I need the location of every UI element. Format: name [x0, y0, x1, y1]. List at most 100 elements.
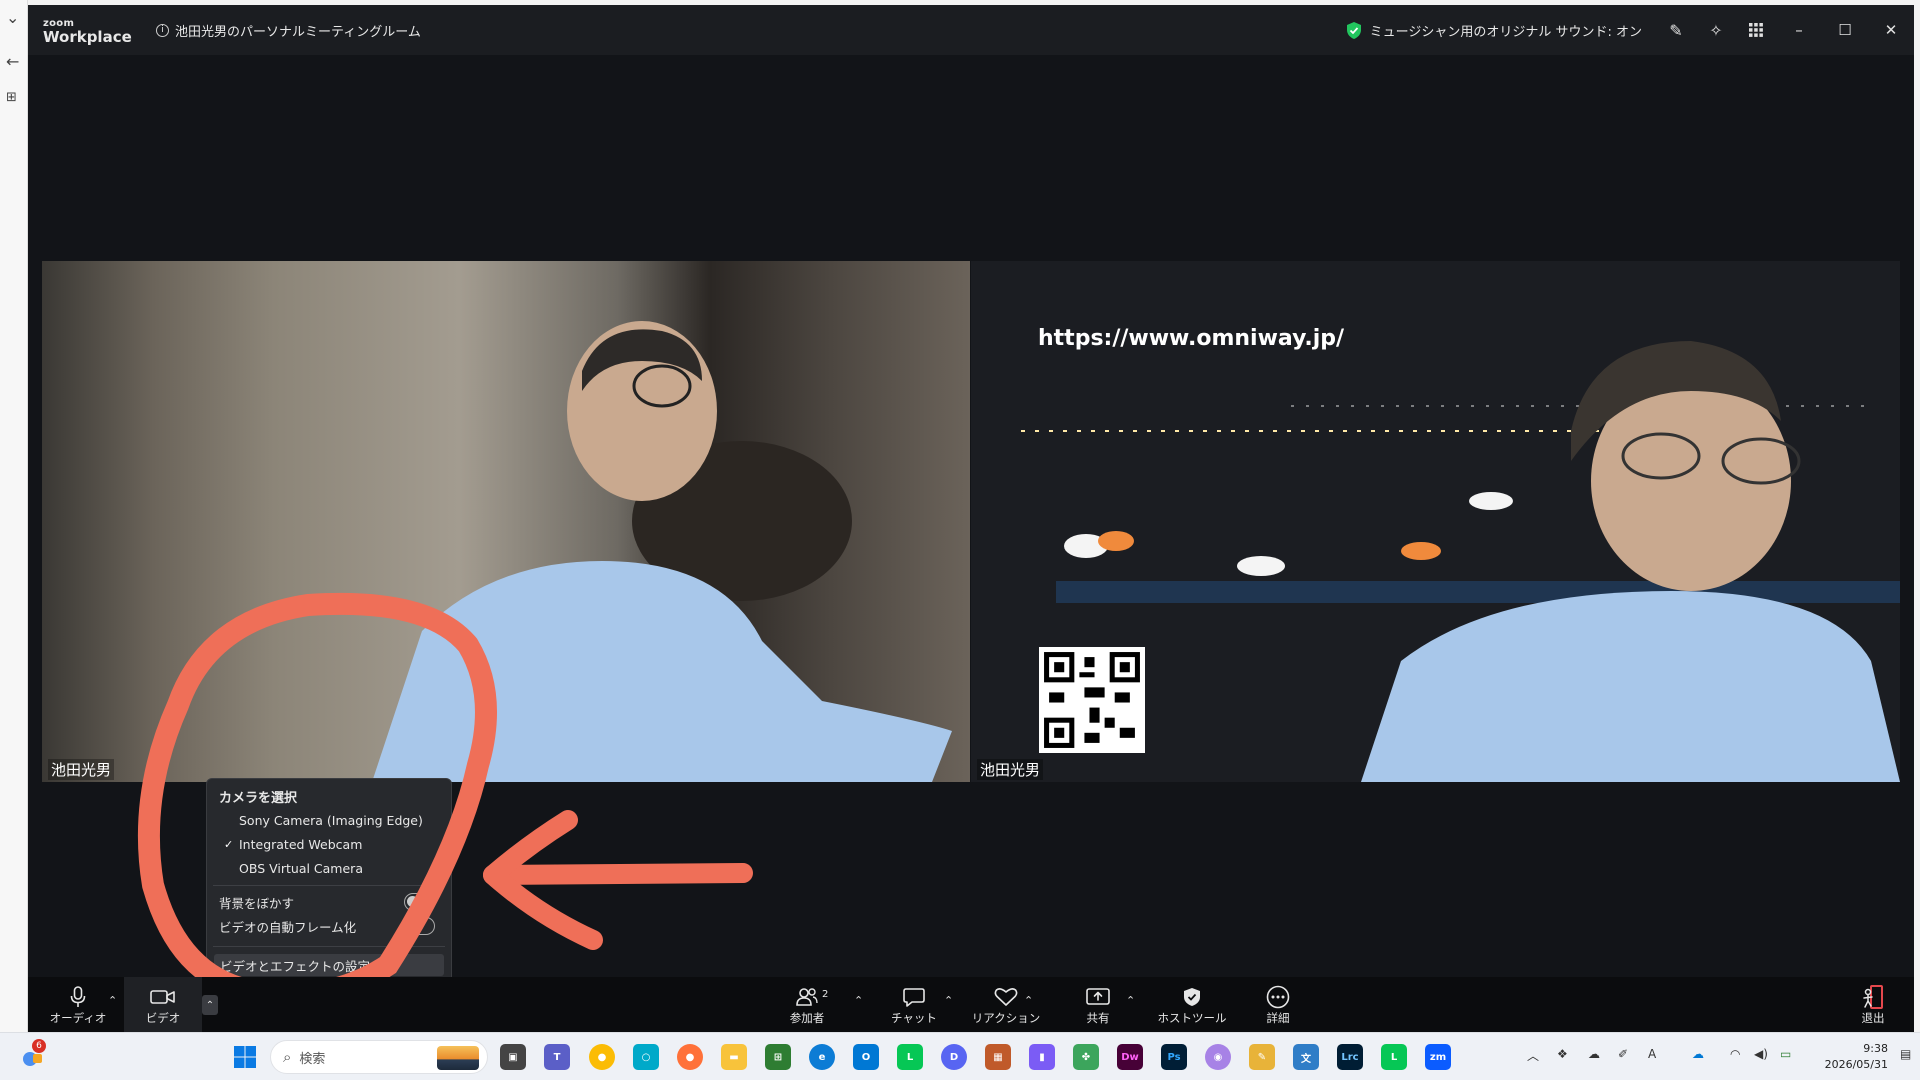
video-tile-1[interactable]: 池田光男 [42, 261, 970, 782]
ime-mode-icon[interactable]: A [1648, 1047, 1656, 1061]
grid-icon[interactable]: ⊞ [6, 90, 17, 105]
discord-icon[interactable]: D [941, 1044, 967, 1070]
shield-check-icon [1346, 21, 1361, 39]
app-tray-icon[interactable]: ⊞ [765, 1044, 791, 1070]
video-button[interactable]: ビデオ [124, 977, 202, 1032]
background-browser-edge: ⌄ ← ⊞ [0, 0, 28, 1032]
widgets-button[interactable]: 6 [18, 1039, 46, 1071]
blur-background-toggle[interactable] [404, 893, 435, 911]
dreamweaver-icon[interactable]: Dw [1117, 1044, 1143, 1070]
alexa-icon[interactable]: ○ [633, 1044, 659, 1070]
video-tile-2[interactable]: https://www.omniway.jp/ 池田光男 [971, 261, 1900, 782]
camera-option-sony[interactable]: Sony Camera (Imaging Edge) [239, 813, 423, 828]
chat-label: チャット [891, 1010, 937, 1025]
participants-button[interactable]: 参加者 [772, 977, 842, 1032]
logo-main: Workplace [43, 28, 132, 46]
video-camera-icon [150, 984, 176, 1010]
video-label: ビデオ [145, 1010, 181, 1025]
audio-button[interactable]: オーディオ [48, 977, 108, 1032]
apps-grid-icon[interactable] [1736, 5, 1776, 55]
start-button[interactable] [233, 1045, 257, 1069]
blur-background-label: 背景をぼかす [219, 895, 295, 911]
chevron-down-icon[interactable]: ⌄ [6, 8, 19, 27]
edge-icon[interactable]: e [809, 1044, 835, 1070]
audio-label: オーディオ [49, 1010, 107, 1025]
notification-center-icon[interactable]: ▤ [1900, 1047, 1911, 1061]
screen: ⌄ ← ⊞ zoom Workplace i 池田光男のパーソナルミーティングル… [0, 0, 1920, 1080]
auto-frame-toggle[interactable] [404, 917, 435, 935]
outlook-icon[interactable]: O [853, 1044, 879, 1070]
file-explorer-icon[interactable]: ▬ [721, 1044, 747, 1070]
maximize-button[interactable]: ☐ [1822, 5, 1868, 55]
battery-icon[interactable]: ▭ [1780, 1047, 1791, 1061]
clock-time: 9:38 [1863, 1042, 1888, 1055]
audio-app-icon[interactable]: ▮ [1029, 1044, 1055, 1070]
auto-frame-label: ビデオの自動フレーム化 [219, 919, 357, 935]
microphone-icon [70, 984, 86, 1010]
zoom-taskbar-icon[interactable]: zm [1425, 1044, 1451, 1070]
lightroom-icon[interactable]: Lrc [1337, 1044, 1363, 1070]
qr-code-image [1044, 652, 1140, 748]
paint-icon[interactable]: ✎ [1249, 1044, 1275, 1070]
meeting-title[interactable]: i 池田光男のパーソナルミーティングルーム [156, 21, 421, 40]
reactions-label: リアクション [971, 1010, 1041, 1025]
share-button[interactable]: 共有 [1068, 977, 1128, 1032]
wifi-icon[interactable]: ◠ [1730, 1047, 1740, 1061]
teams-icon[interactable]: T [544, 1044, 570, 1070]
cloud-sync-icon[interactable]: ☁ [1588, 1047, 1600, 1061]
chat-button[interactable]: チャット [884, 977, 944, 1032]
meeting-title-text: 池田光男のパーソナルミーティングルーム [175, 25, 421, 40]
firefox-icon[interactable]: ● [677, 1044, 703, 1070]
reactions-button[interactable]: リアクション [966, 977, 1046, 1032]
line-icon[interactable]: L [897, 1044, 923, 1070]
onedrive-icon[interactable]: ☁ [1692, 1047, 1704, 1061]
leave-button[interactable]: 退出 [1848, 977, 1898, 1032]
annotation-arrow-head [483, 810, 603, 950]
chat-options-caret[interactable]: ⌃ [944, 994, 953, 1007]
info-icon[interactable]: i [156, 24, 169, 37]
search-box[interactable]: ⌕ 検索 [270, 1040, 488, 1074]
tray-overflow-icon[interactable]: ︿ [1527, 1047, 1539, 1064]
app-icon-color[interactable]: ▦ [985, 1044, 1011, 1070]
ai-sparkle-icon[interactable]: ✧ [1696, 5, 1736, 55]
zoom-logo: zoom Workplace [43, 19, 132, 45]
minimize-button[interactable]: – [1776, 5, 1822, 55]
volume-icon[interactable]: ◀) [1754, 1047, 1768, 1061]
blur-background-row[interactable]: 背景をぼかす [219, 892, 435, 912]
participants-options-caret[interactable]: ⌃ [854, 994, 863, 1007]
pen-input-icon[interactable]: ✐ [1618, 1047, 1628, 1061]
zoom-window: zoom Workplace i 池田光男のパーソナルミーティングルーム ミュー… [28, 5, 1914, 1032]
check-icon: ✓ [224, 838, 234, 851]
video-effects-settings-button[interactable]: ビデオとエフェクトの設定 [214, 954, 444, 976]
camera-option-obs[interactable]: OBS Virtual Camera [239, 861, 363, 876]
more-label: 詳細 [1266, 1010, 1290, 1025]
app-globe-icon[interactable]: ◉ [1205, 1044, 1231, 1070]
more-button[interactable]: 詳細 [1248, 977, 1308, 1032]
host-tools-button[interactable]: ホストツール [1144, 977, 1240, 1032]
music-sound-status[interactable]: ミュージシャン用のオリジナル サウンド: オン [1370, 21, 1642, 40]
host-tools-label: ホストツール [1157, 1010, 1227, 1025]
taskview-icon[interactable]: ▣ [500, 1044, 526, 1070]
reactions-options-caret[interactable]: ⌃ [1024, 994, 1033, 1007]
audio-options-caret[interactable]: ⌃ [108, 994, 117, 1007]
qr-code [1039, 647, 1145, 753]
app-clover-icon[interactable]: ✤ [1073, 1044, 1099, 1070]
camera-option-webcam[interactable]: Integrated Webcam [239, 837, 362, 852]
edit-pencil-icon[interactable]: ✎ [1656, 5, 1696, 55]
video-options-caret[interactable]: ⌃ [202, 995, 218, 1015]
leave-label: 退出 [1861, 1010, 1885, 1025]
dropbox-icon[interactable]: ❖ [1557, 1047, 1568, 1061]
share-label: 共有 [1086, 1010, 1110, 1025]
clock[interactable]: 9:38 2026/05/31 [1825, 1041, 1888, 1073]
close-button[interactable]: ✕ [1868, 5, 1914, 55]
translate-icon[interactable]: 文 [1293, 1044, 1319, 1070]
auto-frame-row[interactable]: ビデオの自動フレーム化 [219, 916, 435, 936]
meeting-toolbar: オーディオ ⌃ ビデオ ⌃ 参加者 2 ⌃ チャット ⌃ リアクション ⌃ 共有… [28, 977, 1914, 1032]
back-arrow-icon[interactable]: ← [6, 52, 19, 71]
chrome-icon[interactable]: ● [589, 1044, 615, 1070]
title-bar-right: ミュージシャン用のオリジナル サウンド: オン ✎ ✧ – ☐ ✕ [1346, 5, 1914, 55]
photoshop-icon[interactable]: Ps [1161, 1044, 1187, 1070]
share-options-caret[interactable]: ⌃ [1126, 994, 1135, 1007]
exit-icon [1862, 984, 1884, 1010]
line-icon-2[interactable]: L [1381, 1044, 1407, 1070]
